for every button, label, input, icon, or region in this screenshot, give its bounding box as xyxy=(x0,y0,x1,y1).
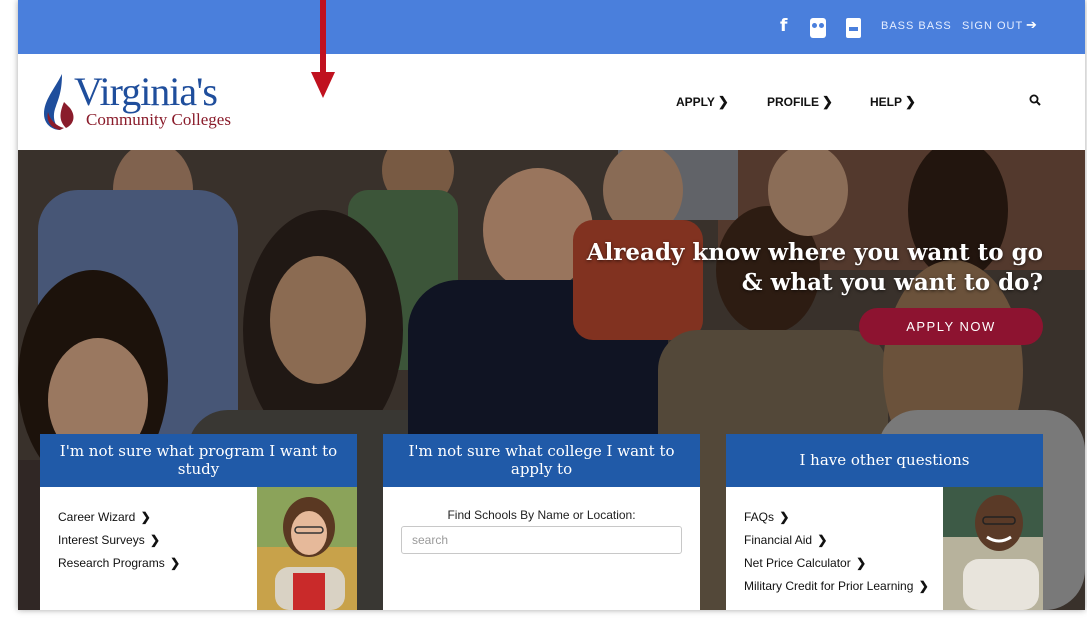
apply-now-button[interactable]: APPLY NOW xyxy=(859,308,1043,345)
link-label: Interest Surveys xyxy=(58,533,145,547)
link-career-wizard[interactable]: Career Wizard ❯ xyxy=(58,506,180,529)
advisor-man-photo xyxy=(943,487,1043,610)
chevron-right-icon: ❯ xyxy=(170,556,181,570)
username-label[interactable]: BASS BASS xyxy=(881,20,952,32)
card-college: I'm not sure what college I want to appl… xyxy=(383,434,700,610)
card-program-links: Career Wizard ❯ Interest Surveys ❯ Resea… xyxy=(58,506,180,575)
nav-profile[interactable]: PROFILE ❯ xyxy=(767,94,833,110)
nav-profile-label: PROFILE xyxy=(767,95,820,109)
link-faqs[interactable]: FAQs ❯ xyxy=(744,506,929,529)
find-schools-label: Find Schools By Name or Location: xyxy=(447,508,636,522)
student-woman-photo xyxy=(257,487,357,610)
annotation-arrow-icon xyxy=(311,0,335,98)
link-net-price-calculator[interactable]: Net Price Calculator ❯ xyxy=(744,552,929,575)
school-search-input[interactable] xyxy=(401,526,682,554)
browser-page: f BASS BASS SIGN OUT ➔ Virginia's Commun… xyxy=(18,0,1085,610)
top-utility-bar: f BASS BASS SIGN OUT ➔ xyxy=(18,0,1085,54)
card-questions-links: FAQs ❯ Financial Aid ❯ Net Price Calcula… xyxy=(744,506,929,598)
link-label: Military Credit for Prior Learning xyxy=(744,579,914,593)
card-college-title: I'm not sure what college I want to appl… xyxy=(383,434,700,487)
card-program: I'm not sure what program I want to stud… xyxy=(40,434,357,610)
nav-apply-label: APPLY xyxy=(676,95,715,109)
link-interest-surveys[interactable]: Interest Surveys ❯ xyxy=(58,529,180,552)
nav-help-label: HELP xyxy=(870,95,903,109)
youtube-icon[interactable] xyxy=(846,18,861,38)
chevron-right-icon: ❯ xyxy=(856,556,867,570)
nav-apply[interactable]: APPLY ❯ xyxy=(676,94,729,110)
hero-headline-line2: & what you want to do? xyxy=(741,269,1043,296)
link-military-credit[interactable]: Military Credit for Prior Learning ❯ xyxy=(744,575,929,598)
facebook-icon[interactable]: f xyxy=(780,16,787,36)
chevron-right-icon: ❯ xyxy=(918,579,929,593)
link-label: Research Programs xyxy=(58,556,165,570)
chevron-right-icon: ❯ xyxy=(905,94,916,109)
link-label: Career Wizard xyxy=(58,510,136,524)
hero-banner: Already know where you want to go & what… xyxy=(18,150,1085,610)
flickr-icon[interactable] xyxy=(810,18,826,38)
logo-subtitle: Community Colleges xyxy=(86,110,231,129)
link-label: Financial Aid xyxy=(744,533,813,547)
link-label: Net Price Calculator xyxy=(744,556,851,570)
sign-out-icon[interactable]: ➔ xyxy=(1026,17,1037,33)
search-icon[interactable] xyxy=(1029,94,1041,106)
card-questions: I have other questions FAQs ❯ Financial … xyxy=(726,434,1043,610)
chevron-right-icon: ❯ xyxy=(822,94,833,109)
logo-title: Virginia's xyxy=(74,69,218,114)
vccs-logo[interactable]: Virginia's Community Colleges xyxy=(40,68,240,134)
link-research-programs[interactable]: Research Programs ❯ xyxy=(58,552,180,575)
hero-headline-line1: Already know where you want to go xyxy=(586,239,1043,266)
chevron-right-icon: ❯ xyxy=(140,510,151,524)
chevron-right-icon: ❯ xyxy=(150,533,161,547)
site-header: Virginia's Community Colleges APPLY ❯ PRO… xyxy=(18,54,1085,150)
hero-headline: Already know where you want to go & what… xyxy=(523,238,1043,298)
card-questions-title: I have other questions xyxy=(726,434,1043,487)
card-program-title: I'm not sure what program I want to stud… xyxy=(40,434,357,487)
chevron-right-icon: ❯ xyxy=(779,510,790,524)
chevron-right-icon: ❯ xyxy=(817,533,828,547)
link-financial-aid[interactable]: Financial Aid ❯ xyxy=(744,529,929,552)
link-label: FAQs xyxy=(744,510,775,524)
sign-out-link[interactable]: SIGN OUT xyxy=(962,20,1023,32)
chevron-right-icon: ❯ xyxy=(717,94,729,109)
nav-help[interactable]: HELP ❯ xyxy=(870,94,916,110)
